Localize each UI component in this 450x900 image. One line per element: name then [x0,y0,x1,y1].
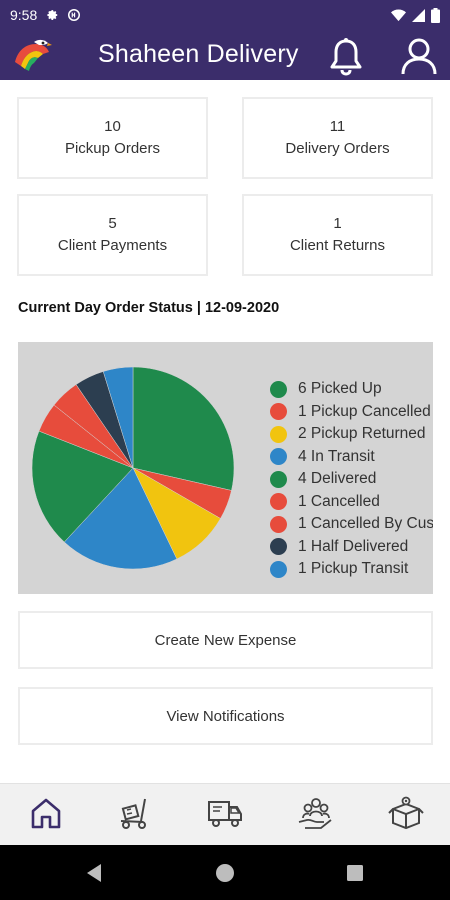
legend-item: 4 In Transit [270,446,433,469]
user-icon[interactable] [400,36,438,76]
legend-label: 4 Delivered [298,470,377,488]
legend-label: 6 Picked Up [298,380,382,398]
view-notifications-button[interactable]: View Notifications [18,687,433,745]
legend-swatch [270,380,287,398]
legend-item: 1 Cancelled By Customer [270,513,433,536]
stat-value: 11 [329,118,346,135]
nav-home[interactable] [22,792,70,838]
legend-item: 1 Pickup Transit [270,558,433,581]
app-bar: Shaheen Delivery [0,30,450,80]
legend-swatch [270,470,287,488]
hand-truck-icon [117,795,153,836]
legend-swatch [270,515,287,533]
stat-card-pickup-orders[interactable]: 10 Pickup Orders [17,97,208,179]
pie-chart [31,366,235,570]
legend-swatch [270,425,287,443]
nav-delivery[interactable] [201,792,249,838]
legend-label: 2 Pickup Returned [298,425,426,443]
create-expense-button[interactable]: Create New Expense [18,611,433,669]
order-status-chart: 6 Picked Up 1 Pickup Cancelled 2 Pickup Re… [18,342,433,594]
legend-item: 4 Delivered [270,468,433,491]
legend-swatch [270,538,287,556]
delivery-truck-icon [206,796,244,835]
legend-label: 1 Cancelled [298,492,380,510]
system-navigation-bar [0,845,450,900]
stat-label: Pickup Orders [64,140,161,157]
stat-value: 5 [108,215,117,232]
nav-clients[interactable] [292,792,340,838]
eagle-logo-icon [12,36,52,74]
order-status-heading: Current Day Order Status | 12-09-2020 [18,300,280,316]
nav-pickup[interactable] [111,792,159,838]
stat-value: 1 [333,215,342,232]
bottom-navigation [0,783,450,845]
legend-label: 1 Half Delivered [298,537,409,555]
signal-icon [412,8,425,22]
data-saver-icon [67,8,81,22]
app-title: Shaheen Delivery [98,40,299,68]
legend-label: 1 Pickup Cancelled [298,402,431,420]
stat-card-delivery-orders[interactable]: 11 Delivery Orders [242,97,433,179]
settings-gear-icon [45,8,59,22]
legend-label: 1 Cancelled By Customer [298,515,433,533]
chart-legend: 6 Picked Up 1 Pickup Cancelled 2 Pickup Re… [270,378,433,581]
legend-item: 1 Cancelled [270,491,433,514]
recents-square-icon[interactable] [341,859,369,887]
legend-item: 6 Picked Up [270,378,433,401]
stat-value: 10 [104,118,121,135]
nav-returns[interactable] [382,792,430,838]
stat-card-client-payments[interactable]: 5 Client Payments [17,194,208,276]
home-circle-icon[interactable] [211,859,239,887]
status-bar: 9:58 [0,0,450,30]
stat-label: Client Returns [289,237,386,254]
legend-swatch [270,403,287,421]
legend-swatch [270,493,287,511]
legend-label: 1 Pickup Transit [298,560,409,578]
stat-card-client-returns[interactable]: 1 Client Returns [242,194,433,276]
wifi-icon [391,9,406,22]
legend-item: 1 Pickup Cancelled [270,401,433,424]
legend-label: 4 In Transit [298,447,375,465]
box-settings-icon [387,795,425,836]
legend-item: 2 Pickup Returned [270,423,433,446]
team-icon [297,795,335,836]
stat-label: Client Payments [57,237,168,254]
legend-item: 1 Half Delivered [270,536,433,559]
back-icon[interactable] [80,859,108,887]
stat-label: Delivery Orders [285,140,390,157]
battery-icon [431,7,440,23]
home-icon [29,796,63,835]
legend-swatch [270,448,287,466]
status-time: 9:58 [10,7,38,23]
legend-swatch [270,560,287,578]
bell-icon[interactable] [328,36,364,76]
